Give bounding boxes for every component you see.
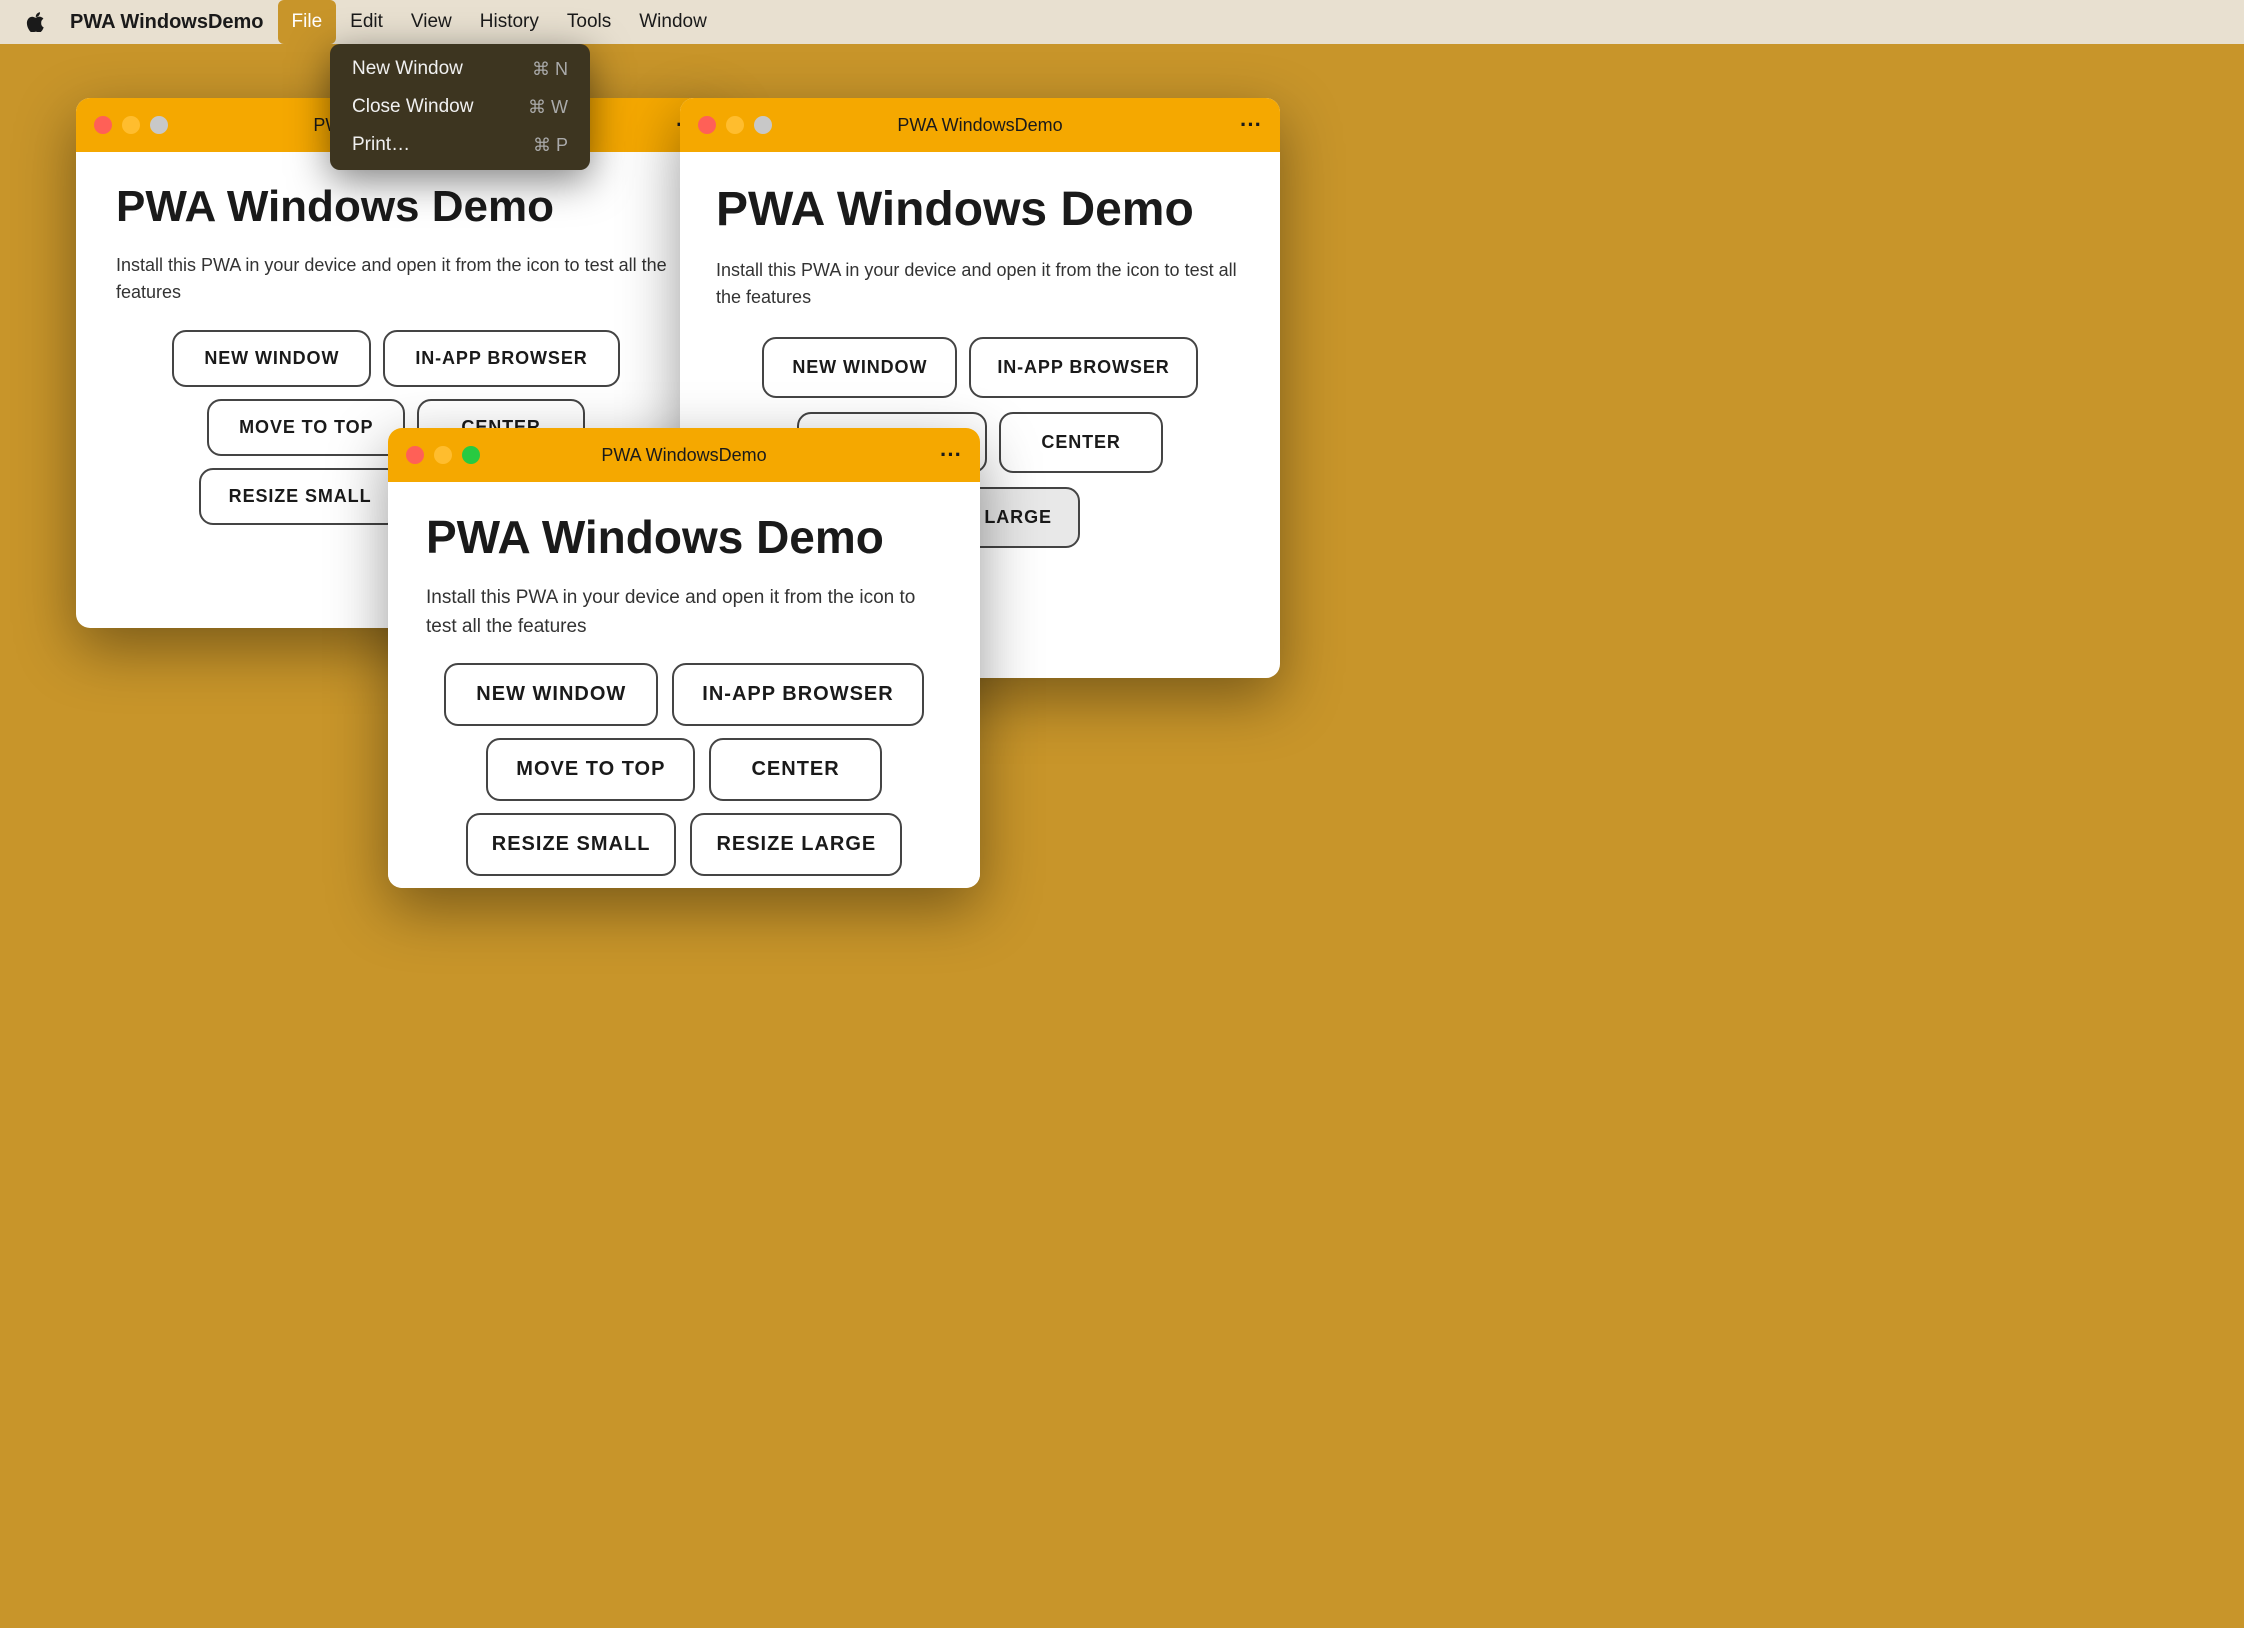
app-description-1: Install this PWA in your device and open… (116, 252, 676, 306)
button-grid-3: NEW WINDOW IN-APP BROWSER MOVE TO TOP CE… (426, 663, 942, 876)
button-row-2-1: NEW WINDOW IN-APP BROWSER (716, 337, 1244, 398)
window-content-3: PWA Windows Demo Install this PWA in you… (388, 482, 980, 888)
app-description-2: Install this PWA in your device and open… (716, 257, 1244, 311)
center-btn-3[interactable]: CENTER (709, 738, 881, 801)
apple-icon (26, 12, 46, 32)
new-window-btn-2[interactable]: NEW WINDOW (762, 337, 957, 398)
file-dropdown-menu: New Window ⌘ N Close Window ⌘ W Print… ⌘… (330, 44, 590, 170)
window-menu-3[interactable]: ··· (940, 442, 962, 468)
close-button-2[interactable] (698, 116, 716, 134)
app-heading-3: PWA Windows Demo (426, 510, 942, 564)
in-app-browser-btn-1[interactable]: IN-APP BROWSER (383, 330, 619, 387)
minimize-button-1[interactable] (122, 116, 140, 134)
button-row-3-3: RESIZE SMALL RESIZE LARGE (426, 813, 942, 876)
close-button-1[interactable] (94, 116, 112, 134)
in-app-browser-btn-2[interactable]: IN-APP BROWSER (969, 337, 1197, 398)
menu-tools[interactable]: Tools (553, 0, 625, 44)
window-title-2: PWA WindowsDemo (897, 115, 1062, 136)
app-name: PWA WindowsDemo (60, 11, 274, 34)
center-btn-2[interactable]: CENTER (999, 412, 1162, 473)
menu-print[interactable]: Print… ⌘ P (330, 126, 590, 164)
menu-file[interactable]: File (278, 0, 337, 44)
minimize-button-3[interactable] (434, 446, 452, 464)
maximize-button-3[interactable] (462, 446, 480, 464)
minimize-button-2[interactable] (726, 116, 744, 134)
window-controls-2 (698, 116, 772, 134)
menu-history[interactable]: History (466, 0, 553, 44)
menu-edit[interactable]: Edit (336, 0, 397, 44)
titlebar-2: PWA WindowsDemo ··· (680, 98, 1280, 152)
window-title-3: PWA WindowsDemo (601, 445, 766, 466)
menu-window[interactable]: Window (625, 0, 721, 44)
resize-large-btn-3[interactable]: RESIZE LARGE (690, 813, 902, 876)
resize-small-btn-1[interactable]: RESIZE SMALL (199, 468, 402, 525)
window-controls-3 (406, 446, 480, 464)
pwa-window-3: PWA WindowsDemo ··· PWA Windows Demo Ins… (388, 428, 980, 888)
new-window-btn-1[interactable]: NEW WINDOW (172, 330, 371, 387)
close-button-3[interactable] (406, 446, 424, 464)
new-window-btn-3[interactable]: NEW WINDOW (444, 663, 658, 726)
move-to-top-btn-3[interactable]: MOVE TO TOP (486, 738, 695, 801)
maximize-button-2[interactable] (754, 116, 772, 134)
menu-view[interactable]: View (397, 0, 466, 44)
window-controls-1 (94, 116, 168, 134)
menu-close-window[interactable]: Close Window ⌘ W (330, 88, 590, 126)
menu-new-window[interactable]: New Window ⌘ N (330, 50, 590, 88)
titlebar-3: PWA WindowsDemo ··· (388, 428, 980, 482)
window-menu-2[interactable]: ··· (1240, 112, 1262, 138)
app-heading-2: PWA Windows Demo (716, 182, 1244, 237)
menubar: PWA WindowsDemo File Edit View History T… (0, 0, 2244, 44)
app-heading-1: PWA Windows Demo (116, 182, 676, 232)
button-row-1-1: NEW WINDOW IN-APP BROWSER (116, 330, 676, 387)
apple-menu[interactable] (20, 0, 52, 44)
resize-small-btn-3[interactable]: RESIZE SMALL (466, 813, 677, 876)
button-row-3-2: MOVE TO TOP CENTER (426, 738, 942, 801)
move-to-top-btn-1[interactable]: MOVE TO TOP (207, 399, 405, 456)
maximize-button-1[interactable] (150, 116, 168, 134)
app-description-3: Install this PWA in your device and open… (426, 584, 942, 641)
in-app-browser-btn-3[interactable]: IN-APP BROWSER (672, 663, 923, 726)
button-row-3-1: NEW WINDOW IN-APP BROWSER (426, 663, 942, 726)
